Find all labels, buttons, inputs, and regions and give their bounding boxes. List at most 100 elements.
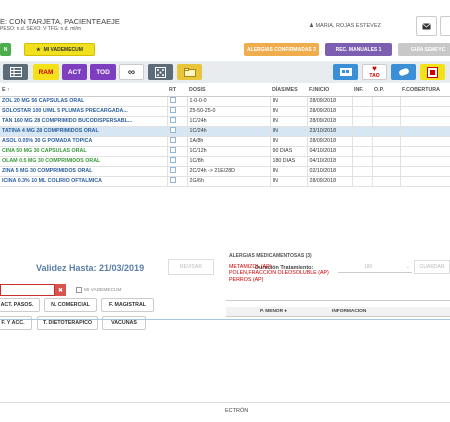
op-cell — [371, 126, 400, 137]
pill-button[interactable] — [391, 64, 416, 80]
medication-row[interactable]: OLAM 0.5 MG 30 COMPRIMIDOS ORAL 1C/8h 180 … — [0, 156, 450, 167]
table-button[interactable] — [3, 64, 28, 80]
col-op[interactable]: O.P. — [372, 84, 400, 97]
fcobertura-cell — [399, 146, 450, 157]
dosis-cell: 2G/6h — [186, 176, 270, 187]
checkbox-icon[interactable] — [169, 137, 176, 143]
fcobertura-cell — [399, 126, 450, 137]
tao-button[interactable]: ♥ TAO — [362, 64, 387, 80]
medication-name: TATINA 4 MG 28 COMPRIMIDOS ORAL — [0, 126, 167, 137]
rt-checkbox[interactable] — [166, 96, 187, 107]
mi-vademecum-checkbox[interactable]: MI VADEMECUM — [76, 287, 122, 293]
medication-row[interactable]: ZINA 5 MG 30 COMPRIMIDOS ORAL 2C/24h -> 2… — [0, 166, 450, 177]
user-name[interactable]: ♟ MARIA, ROJAS ESTEVEZ — [309, 23, 381, 29]
dias-cell: IN — [269, 96, 307, 107]
medication-row[interactable]: ASOL 0.05% 30 G POMADA TOPICA 1A/8h IN 28/0… — [0, 136, 450, 147]
rt-checkbox[interactable] — [166, 156, 187, 167]
fcobertura-cell — [399, 96, 450, 107]
col-fcobertura[interactable]: F.COBERTURA — [400, 84, 450, 97]
col-dias[interactable]: DÍAS/MES — [270, 84, 307, 97]
alergia-item: PERROS (AP) — [229, 276, 264, 283]
checkbox-icon[interactable] — [169, 157, 176, 163]
tod-button[interactable]: TOD — [90, 64, 116, 80]
pmenor-col[interactable]: P. MENOR ♦ — [260, 309, 287, 314]
rt-checkbox[interactable] — [166, 126, 187, 137]
dosis-cell: 1C/12h — [186, 146, 270, 157]
checkbox-icon[interactable] — [169, 107, 176, 113]
rt-checkbox[interactable] — [166, 106, 187, 117]
toolbar: RAM ACT TOD ∞ ♥ TAO — [0, 61, 450, 83]
inf-cell — [351, 126, 372, 137]
dias-cell: IN — [269, 116, 307, 127]
dias-cell: IN — [269, 176, 307, 187]
col-rt[interactable]: RT — [167, 84, 187, 97]
extra-header-button[interactable] — [440, 16, 450, 36]
fcobertura-cell — [399, 136, 450, 147]
f-magistral-button[interactable]: F. MAGISTRAL — [101, 298, 154, 312]
checkbox-box[interactable] — [76, 287, 82, 293]
alergias-confirmadas-button[interactable]: ALERGIAS CONFIRMADAS 3 — [244, 43, 319, 56]
pill-icon — [398, 68, 409, 76]
dosis-cell: 1C/8h — [186, 156, 270, 167]
act-pasos-button[interactable]: ACT. PASOS. — [0, 298, 40, 312]
divider — [0, 319, 450, 320]
vademecum-button[interactable]: ★ MI VADEMECUM — [24, 43, 95, 56]
col-finicio[interactable]: F.INICIO — [307, 84, 352, 97]
medication-row[interactable]: SOLOSTAR 100 U/ML 5 PLUMAS PRECARGADA...… — [0, 106, 450, 117]
guia-semfyc-button[interactable]: GUÍA SEMFYC — [398, 43, 450, 56]
mail-button[interactable] — [416, 16, 437, 36]
col-medicamento[interactable]: E ↑ — [0, 84, 167, 97]
medication-search-input[interactable] — [0, 284, 55, 296]
inf-cell — [351, 176, 372, 187]
medication-row[interactable]: ICINA 0.3% 10 ML COLIRIO OFTALMICA 2G/6h I… — [0, 176, 450, 187]
finicio-cell: 28/09/2018 — [306, 136, 352, 147]
pmenor-header: P. MENOR ♦ INFORMACION — [226, 307, 450, 317]
col-inf[interactable]: INF. — [352, 84, 372, 97]
medication-row[interactable]: CINA 50 MG 30 CAPSULAS ORAL 1C/12h 90 DIAS… — [0, 146, 450, 157]
rt-checkbox[interactable] — [166, 146, 187, 157]
op-cell — [371, 176, 400, 187]
medication-name: TAN 160 MG 28 COMPRIMIDO BUCODISPERSABL.… — [0, 116, 167, 127]
n-comercial-button[interactable]: N. COMERCIAL — [44, 298, 97, 312]
rt-checkbox[interactable] — [166, 176, 187, 187]
clear-search-button[interactable]: ✖ — [55, 284, 66, 296]
informacion-col[interactable]: INFORMACION — [332, 309, 366, 314]
rt-checkbox[interactable] — [166, 166, 187, 177]
alert-bar: N ★ MI VADEMECUM ALERGIAS CONFIRMADAS 3 R… — [0, 43, 450, 56]
medication-row[interactable]: TAN 160 MG 28 COMPRIMIDO BUCODISPERSABL.… — [0, 116, 450, 127]
revisar-button[interactable]: REVISAR — [168, 259, 214, 275]
star-icon: ★ — [36, 46, 41, 53]
inf-cell — [351, 146, 372, 157]
medication-row[interactable]: ZOL 20 MG 56 CAPSULAS ORAL 1-0-0-0 IN 28/09… — [0, 96, 450, 107]
inf-cell — [351, 166, 372, 177]
dice-button[interactable] — [148, 64, 173, 80]
mail-icon — [422, 22, 431, 29]
fcobertura-cell — [399, 176, 450, 187]
checkbox-icon[interactable] — [169, 127, 176, 133]
rt-checkbox[interactable] — [166, 136, 187, 147]
inf-cell — [351, 156, 372, 167]
medication-name: OLAM 0.5 MG 30 COMPRIMIDOS ORAL — [0, 156, 167, 167]
ram-button[interactable]: RAM — [33, 64, 59, 80]
medication-row[interactable]: TATINA 4 MG 28 COMPRIMIDOS ORAL 1C/24h IN 2… — [0, 126, 450, 137]
act-button[interactable]: ACT — [62, 64, 87, 80]
screen-button[interactable] — [333, 64, 358, 80]
checkbox-icon[interactable] — [169, 117, 176, 123]
checkbox-icon[interactable] — [169, 167, 176, 173]
patient-name: E: CON TARJETA, PACIENTEAEJE — [0, 17, 120, 26]
green-tab-button[interactable]: N — [0, 43, 11, 56]
rec-manuales-button[interactable]: REC. MANUALES 1 — [325, 43, 392, 56]
dias-cell: 90 DIAS — [269, 146, 307, 157]
checkbox-icon[interactable] — [169, 177, 176, 183]
folder-button[interactable] — [177, 64, 202, 80]
col-dosis[interactable]: DOSIS — [187, 84, 270, 97]
checkbox-icon[interactable] — [169, 147, 176, 153]
rt-checkbox[interactable] — [166, 116, 187, 127]
medication-name: ICINA 0.3% 10 ML COLIRIO OFTALMICA — [0, 176, 167, 187]
link-button[interactable]: ∞ — [119, 64, 144, 80]
box-button[interactable] — [420, 64, 445, 80]
op-cell — [371, 156, 400, 167]
patient-header: E: CON TARJETA, PACIENTEAEJE PESO: n.d. … — [0, 0, 450, 40]
checkbox-icon[interactable] — [169, 97, 176, 103]
fcobertura-cell — [399, 106, 450, 117]
